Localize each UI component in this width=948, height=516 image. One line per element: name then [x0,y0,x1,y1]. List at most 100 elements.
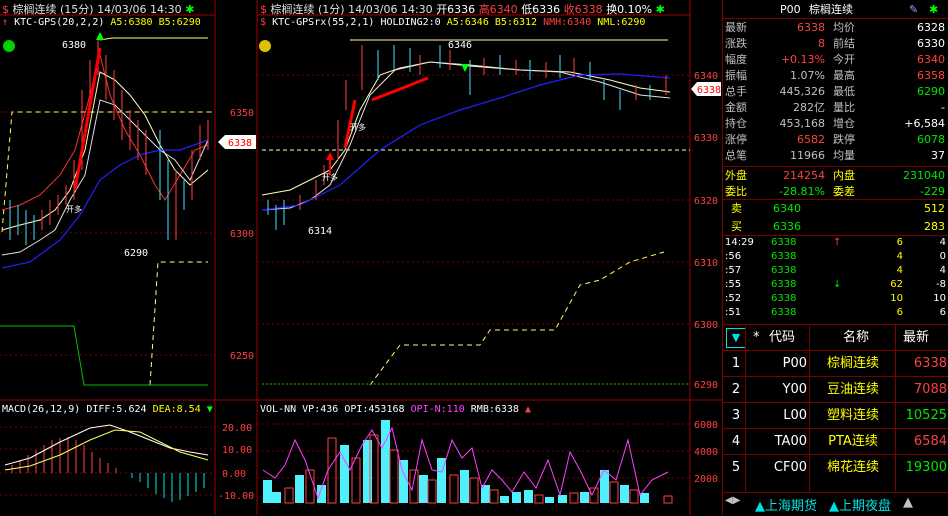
quote-label: 持仓 [725,117,747,130]
dollar-icon[interactable]: $ [260,3,267,16]
buy-row[interactable]: 买 6336 283 [723,218,948,235]
quote-panel: P00 棕榈连续 ✎ ✱ 最新 6338 均价 6328 涨跌 8 前结 6330 幅度 +0.1… [722,0,948,515]
volume-plot [262,420,673,504]
tick-row: :55 6338 ↓ 62 -8 [725,279,946,290]
watchlist-header: ▼ * 代码 名称 最新 [723,324,948,351]
center-price-tag: 6338 [697,85,721,96]
quote-label: 总笔 [725,149,747,162]
macd-ytick: -10.00 [218,491,254,502]
quote-value: 453,168 [779,117,826,130]
ratio-row: 委比 -28.81% 委差 -229 [725,185,945,198]
tab-shanghai-night[interactable]: ▲上期夜盘 [829,495,891,514]
vol-opin: OPI-N:110 [410,404,465,415]
quote-label: 幅度 [725,53,747,66]
cursor-icon[interactable]: ✎ [909,1,918,18]
quote-value: 6338 [797,21,825,34]
smiley-icon[interactable] [259,40,271,52]
quote-label: 最高 [833,69,855,82]
left-chart-title: 棕榈连续 (15分) 14/03/06 14:30 [12,3,182,16]
sell-row[interactable]: 卖 6340 512 [723,200,948,217]
center-indicator-name[interactable]: KTC-GPSrx(55,2,1) [272,17,374,28]
quote-label: 今开 [833,53,855,66]
center-chart-title-bar: $ 棕榈连续 (1分) 14/03/06 14:30 开6336 高6340 低… [260,1,665,17]
quote-row: 涨停 6582 跌停 6078 [723,131,948,148]
center-open: 开6336 [436,3,476,16]
dollar-icon[interactable]: $ [2,3,9,16]
watchlist-row[interactable]: 2 Y00 豆油连续 7088 [723,376,948,403]
quote-value: 1.07% [790,69,825,82]
center-nmh: NMH:6340 [543,17,592,28]
quote-value: 37 [931,149,945,162]
quote-value: 6340 [917,53,945,66]
vol-rmb: RMB:6338 [470,404,519,415]
watchlist-row[interactable]: 1 P00 棕榈连续 6338 [723,350,948,377]
left-ytick: 6300 [230,229,254,240]
quote-label: 量比 [833,101,855,114]
left-ytick: 6350 [230,108,254,119]
quote-label: 最低 [833,85,855,98]
market-tabs: ◀▶ ▲上海期货 ▲上期夜盘 ▲ [723,492,948,516]
quote-label: 均价 [833,21,855,34]
vol-label[interactable]: VOL-NN [260,404,296,415]
watchlist-row[interactable]: 3 L00 塑料连续 10525 [723,402,948,429]
tick-row: 14:29 6338 ↑ 6 4 [725,237,946,248]
quote-value: 11966 [790,149,825,162]
macd-label[interactable]: MACD(26,12,9) [2,404,80,415]
quote-value: 8 [818,37,825,50]
quote-row: 总笔 11966 均量 37 [723,147,948,164]
quote-header: P00 棕榈连续 ✎ ✱ [723,1,948,18]
center-annotation-kaiduo: 开多 [322,172,338,182]
quote-label: 前结 [833,37,855,50]
tick-arrow-icon: ↑ [833,237,842,248]
left-indicator-name[interactable]: KTC-GPS(20,2,2) [14,17,104,28]
left-chart-title-bar: $ 棕榈连续 (15分) 14/03/06 14:30 ✱ [2,1,194,17]
quote-value: 282亿 [793,101,825,114]
tab-nav-icon[interactable]: ◀▶ [725,495,740,506]
quote-value: 6290 [917,85,945,98]
quote-label: 增仓 [833,117,855,130]
center-turnover: 换0.10% [606,3,653,16]
quote-row: 持仓 453,168 增仓 +6,584 [723,115,948,132]
center-ytick: 6310 [694,258,718,269]
left-ytick: 6250 [230,351,254,362]
settings-icon[interactable]: ✱ [656,3,665,16]
dropdown-icon[interactable]: ▼ [726,328,746,348]
quote-row: 金额 282亿 量比 - [723,99,948,116]
vol-ytick: 4000 [694,447,718,458]
center-ytick: 6290 [694,380,718,391]
tick-arrow-icon: ↓ [833,279,842,290]
arrow-up-icon: ↑ [2,17,9,28]
triangle-down-icon: ▼ [206,404,213,415]
triangle-up-icon: ▲ [524,404,532,415]
tab-shanghai-futures[interactable]: ▲上海期货 [755,495,817,514]
quote-row: 总手 445,326 最低 6290 [723,83,948,100]
settings-icon[interactable]: ✱ [185,3,194,16]
left-indicator-bar: ↑ KTC-GPS(20,2,2) A5:6380 B5:6290 [2,17,201,28]
smiley-icon[interactable] [3,40,15,52]
macd-header: MACD(26,12,9) DIFF:5.624 DEA:8.54 ▼ [2,404,213,415]
center-ytick: 6340 [694,71,718,82]
vol-vp: VP:436 [302,404,339,415]
watchlist-row[interactable]: 4 TA00 PTA连续 6584 [723,428,948,455]
center-b5: B5:6312 [494,17,538,28]
center-nml: NML:6290 [597,17,646,28]
settings-icon[interactable]: ✱ [929,1,938,18]
center-annotation-top: 6346 [448,40,472,51]
quote-name: 棕榈连续 [809,3,853,16]
center-ytick: 6320 [694,196,718,207]
quote-value: +0.13% [780,53,825,66]
quote-value: 6330 [917,37,945,50]
tab-more-icon[interactable]: ▲ [903,495,913,510]
quote-code: P00 [780,3,801,16]
watchlist-row[interactable]: 5 CF00 棉花连续 19300 [723,454,948,481]
quote-label: 跌停 [833,133,855,146]
chart-area: 6380 6290 开多 6350 6300 6250 6338 6346 63… [0,0,722,515]
quote-value: 6358 [917,69,945,82]
quote-value: +6,584 [904,117,945,130]
tick-row: :57 6338 4 4 [725,265,946,276]
quote-row: 振幅 1.07% 最高 6358 [723,67,948,84]
quote-row: 最新 6338 均价 6328 [723,19,948,36]
left-price-tag: 6338 [228,138,252,149]
macd-diff: DIFF:5.624 [86,404,147,415]
center-low: 低6336 [521,3,561,16]
